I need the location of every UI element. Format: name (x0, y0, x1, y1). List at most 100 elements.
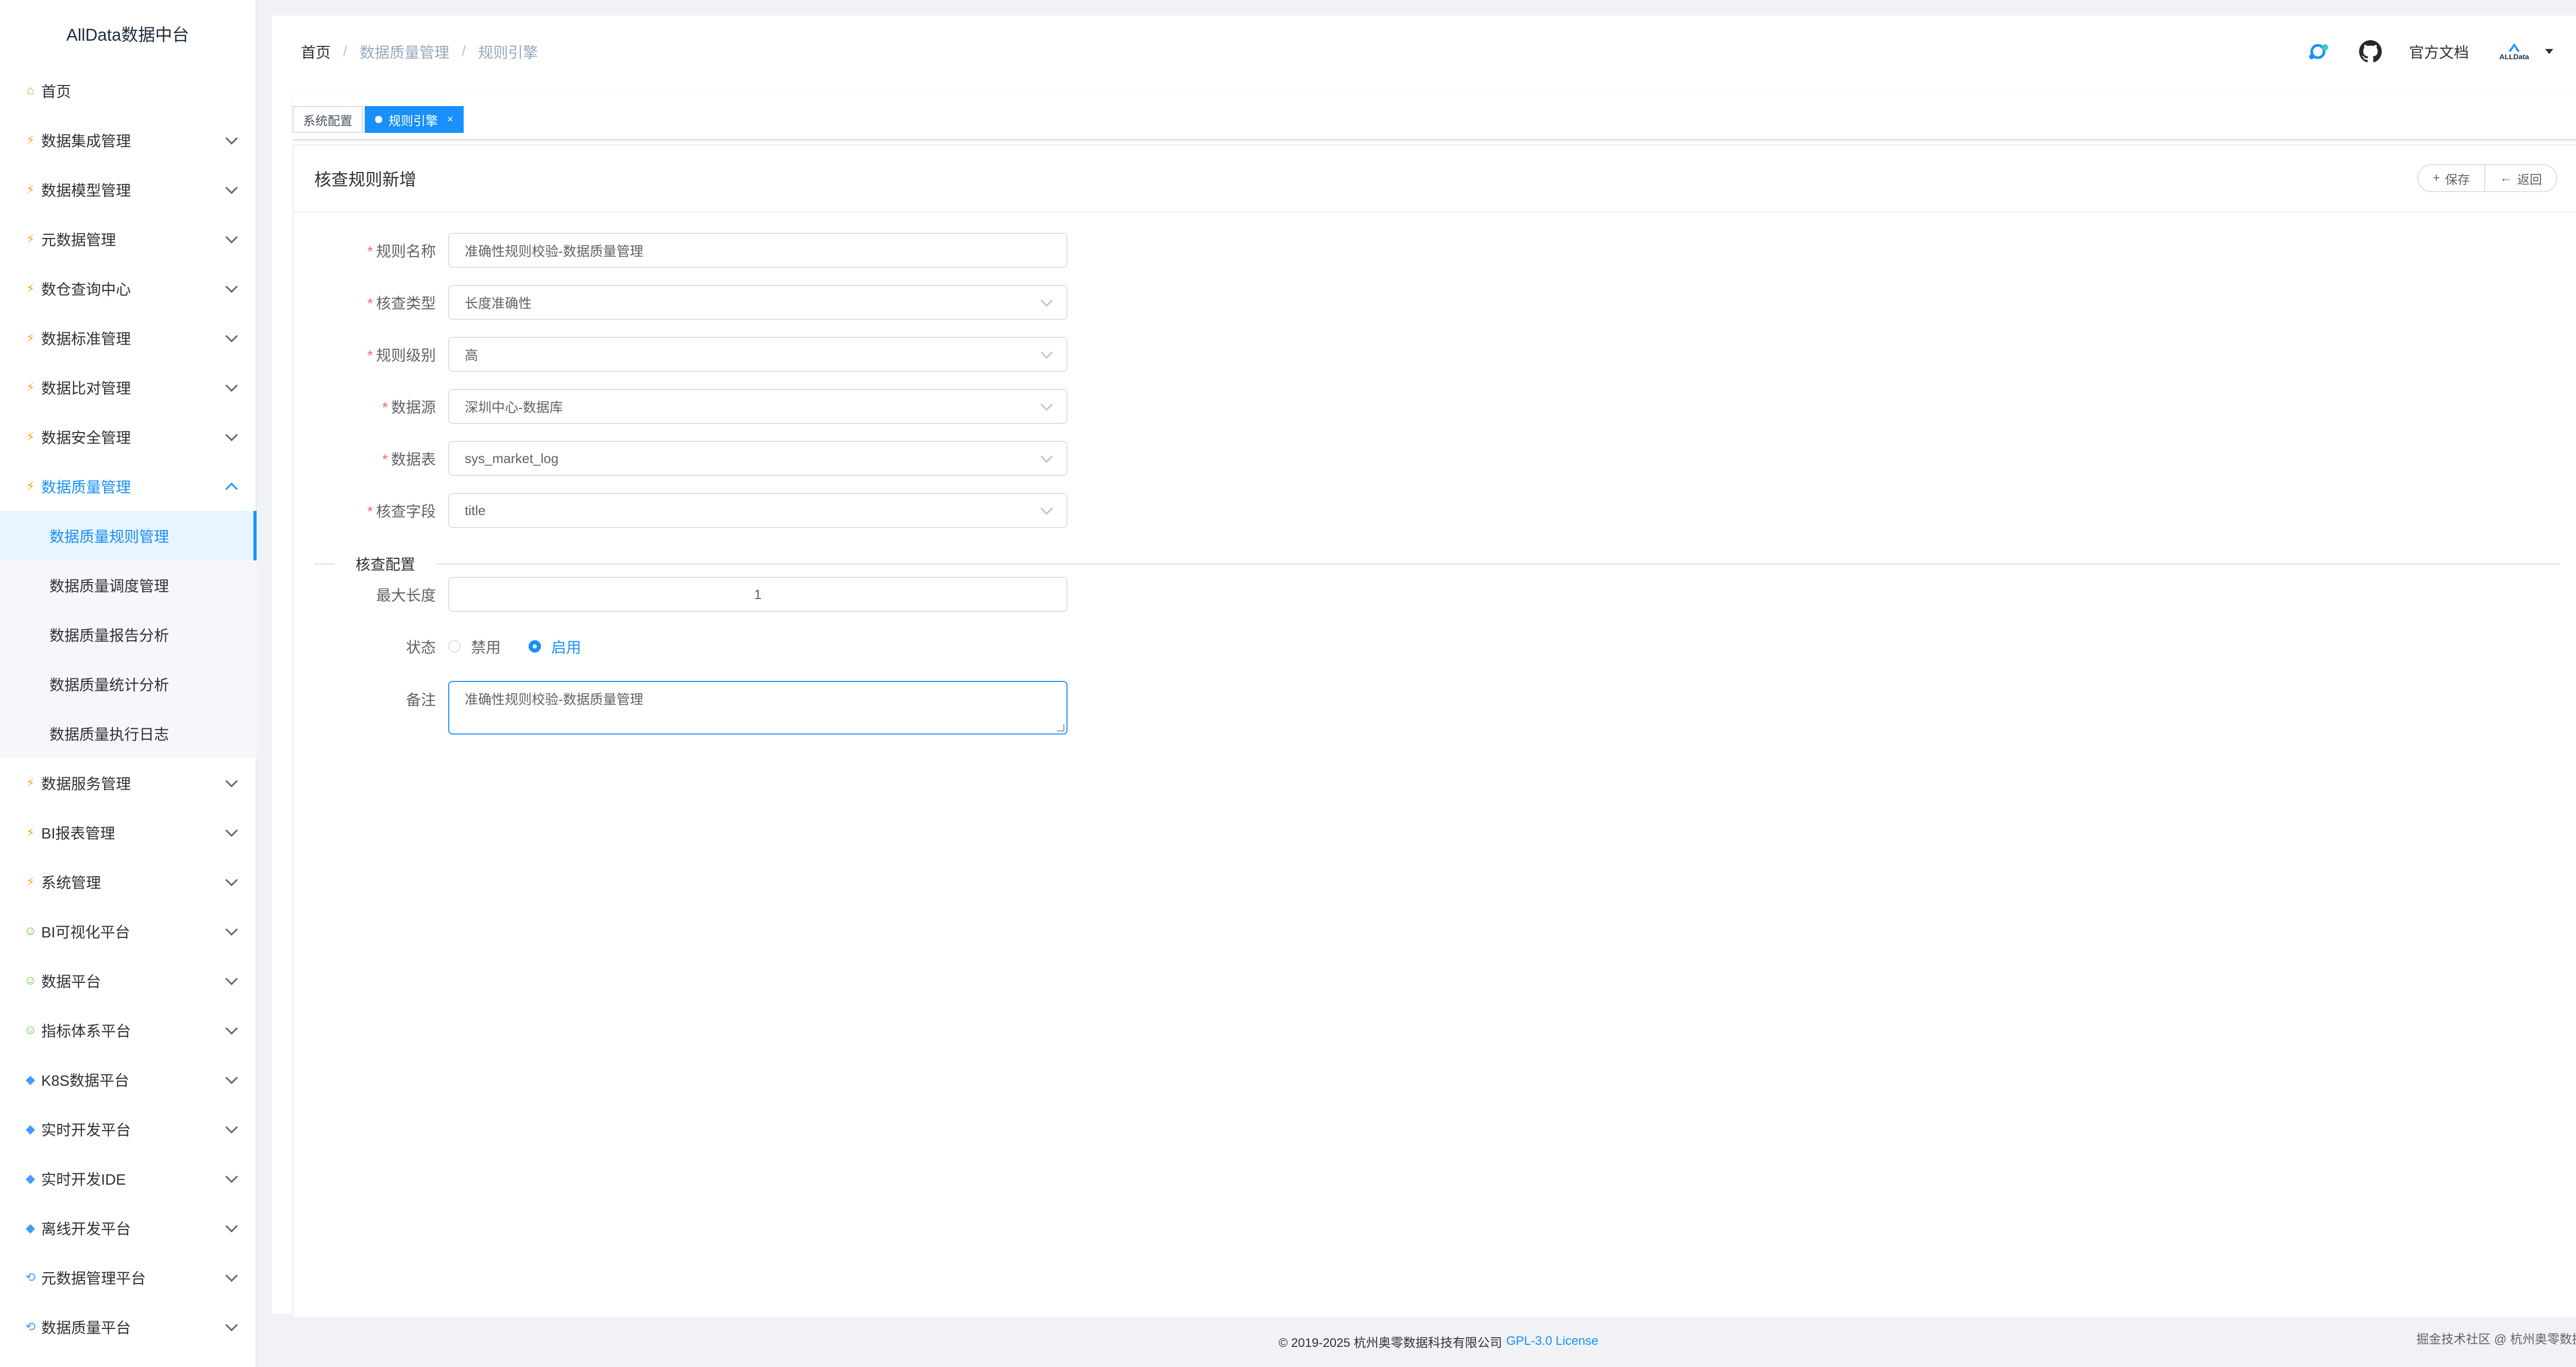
status-radio-disabled[interactable]: 禁用 (448, 636, 501, 657)
person-icon: ☺ (24, 1023, 37, 1037)
sidebar-item-quality-platform[interactable]: ⟲ 数据质量平台 (0, 1302, 257, 1352)
sidebar-item-label: 数据服务管理 (41, 776, 131, 793)
form-label: 备注 (294, 681, 448, 710)
table-select[interactable]: sys_market_log (448, 441, 1067, 476)
rule-name-input[interactable]: 准确性规则校验-数据质量管理 (448, 233, 1067, 268)
radio-label: 启用 (551, 640, 582, 656)
sidebar-item-label: BI可视化平台 (41, 925, 130, 941)
sidebar-item-data-standard[interactable]: ⚡ 数据标准管理 (0, 313, 257, 363)
chevron-up-icon (225, 483, 238, 495)
bolt-icon: ⚡ (26, 479, 35, 493)
rule-name-value: 准确性规则校验-数据质量管理 (465, 243, 643, 259)
chevron-down-icon (225, 824, 238, 837)
footer: © 2019-2025 杭州奥零数据科技有限公司 GPL-3.0 License (272, 1317, 2576, 1366)
sidebar-item-home[interactable]: ⌂ 首页 (0, 66, 257, 115)
sidebar-item-system[interactable]: ⚡ 系统管理 (0, 857, 257, 907)
sidebar-item-label: 数据安全管理 (41, 430, 131, 447)
sidebar-item-bi-report[interactable]: ⚡ BI报表管理 (0, 808, 257, 857)
chevron-down-icon (225, 280, 238, 293)
sidebar-subitem-quality-report[interactable]: 数据质量报告分析 (0, 610, 257, 659)
breadcrumb-home[interactable]: 首页 (301, 41, 331, 62)
active-dot-icon (375, 116, 382, 123)
sidebar-item-data-service[interactable]: ⚡ 数据服务管理 (0, 758, 257, 808)
datasource-value: 深圳中心-数据库 (465, 399, 563, 415)
datasource-label: 数据源 (391, 400, 436, 416)
sidebar-subitem-quality-rules[interactable]: 数据质量规则管理 (0, 511, 257, 560)
chevron-down-icon (225, 231, 238, 244)
form-label: * 数据源 (294, 396, 448, 417)
sidebar-item-offline-platform[interactable]: ◆ 离线开发平台 (0, 1203, 257, 1253)
sidebar-item-metadata[interactable]: ⚡ 元数据管理 (0, 214, 257, 264)
chevron-down-icon (1040, 294, 1053, 307)
sidebar-item-data-platform[interactable]: ☺ 数据平台 (0, 956, 257, 1005)
tag-system-config[interactable]: 系统配置 (293, 106, 363, 133)
form-label: * 核查类型 (294, 292, 448, 313)
alldata-logo-icon (2509, 43, 2520, 52)
docs-link[interactable]: 官方文档 (2409, 41, 2469, 62)
save-button[interactable]: + 保存 (2417, 164, 2485, 192)
max-length-input[interactable]: 1 (448, 577, 1067, 612)
main-panel: 首页 / 数据质量管理 / 规则引擎 官方文档 ALLData 系统配置 规则引… (272, 15, 2576, 1319)
sidebar-item-data-compare[interactable]: ⚡ 数据比对管理 (0, 363, 257, 412)
sidebar-item-label: 首页 (41, 84, 72, 100)
remark-textarea[interactable]: 准确性规则校验-数据质量管理 (448, 681, 1067, 734)
chevron-down-icon (225, 1170, 238, 1183)
form-row-rule-level: * 规则级别 高 (294, 337, 1067, 372)
close-icon[interactable]: × (447, 114, 453, 126)
resize-handle-icon[interactable] (1057, 724, 1064, 731)
sidebar-subitem-quality-schedule[interactable]: 数据质量调度管理 (0, 560, 257, 610)
sidebar-item-data-security[interactable]: ⚡ 数据安全管理 (0, 412, 257, 462)
bolt-icon: ⚡ (26, 133, 35, 147)
sidebar-item-data-integration[interactable]: ⚡ 数据集成管理 (0, 115, 257, 165)
sidebar-subitem-quality-statistics[interactable]: 数据质量统计分析 (0, 659, 257, 709)
rule-level-select[interactable]: 高 (448, 337, 1067, 372)
chevron-down-icon (225, 972, 238, 985)
sidebar-item-metrics-platform[interactable]: ☺ 指标体系平台 (0, 1005, 257, 1055)
sidebar-subitem-label: 数据质量报告分析 (49, 628, 170, 644)
form-row-status: 状态 禁用 启用 (294, 629, 581, 664)
sidebar-subitem-label: 数据质量调度管理 (49, 578, 170, 595)
page-title: 核查规则新增 (314, 170, 416, 189)
datasource-select[interactable]: 深圳中心-数据库 (448, 389, 1067, 424)
person-icon: ☺ (24, 924, 37, 938)
gem-icon: ◆ (25, 1171, 36, 1186)
chevron-down-icon (1040, 502, 1053, 515)
status-radio-enabled[interactable]: 启用 (529, 636, 581, 657)
sidebar-item-label: 离线开发平台 (41, 1221, 131, 1238)
table-value: sys_market_log (465, 450, 559, 466)
form-label: 状态 (294, 636, 448, 657)
sidebar-subitem-quality-logs[interactable]: 数据质量执行日志 (0, 709, 257, 758)
bolt-icon: ⚡ (26, 380, 35, 395)
bolt-icon: ⚡ (26, 281, 35, 296)
sidebar-item-label: 数据比对管理 (41, 381, 131, 397)
sidebar-item-realtime-platform[interactable]: ◆ 实时开发平台 (0, 1104, 257, 1154)
tag-rule-engine[interactable]: 规则引擎 × (365, 106, 464, 133)
column-select[interactable]: title (448, 493, 1067, 528)
license-link[interactable]: GPL-3.0 License (1506, 1334, 1599, 1348)
check-type-select[interactable]: 长度准确性 (448, 285, 1067, 320)
back-button[interactable]: ← 返回 (2485, 164, 2557, 192)
form-row-check-type: * 核查类型 长度准确性 (294, 285, 1067, 320)
radio-circle-checked-icon (529, 640, 541, 653)
rule-name-label: 规则名称 (376, 244, 436, 260)
sidebar-item-realtime-ide[interactable]: ◆ 实时开发IDE (0, 1154, 257, 1203)
user-avatar-dropdown[interactable]: ALLData (2495, 39, 2553, 64)
bolt-icon: ⚡ (26, 182, 35, 197)
sidebar-item-metadata-platform[interactable]: ⟲ 元数据管理平台 (0, 1253, 257, 1302)
gem-icon: ◆ (25, 1221, 36, 1235)
sidebar-item-data-quality[interactable]: ⚡ 数据质量管理 (0, 462, 257, 511)
sidebar-item-warehouse-query[interactable]: ⚡ 数仓查询中心 (0, 264, 257, 313)
bolt-icon: ⚡ (26, 825, 35, 840)
github-icon[interactable] (2358, 39, 2383, 64)
sidebar-item-data-model[interactable]: ⚡ 数据模型管理 (0, 165, 257, 214)
data-link-icon[interactable] (2306, 39, 2332, 64)
rule-form-card: 核查规则新增 + 保存 ← 返回 * 规则名称 准确性规则校验-数据质量管理 *… (293, 144, 2576, 1319)
chevron-down-icon (225, 1319, 238, 1331)
chevron-down-icon (225, 923, 238, 936)
breadcrumb-current: 规则引擎 (478, 45, 538, 61)
sidebar-item-k8s-platform[interactable]: ◆ K8S数据平台 (0, 1055, 257, 1104)
person-icon: ☺ (24, 973, 37, 987)
sidebar-item-bi-visual[interactable]: ☺ BI可视化平台 (0, 907, 257, 956)
chevron-down-icon (1040, 398, 1053, 411)
card-header: 核查规则新增 + 保存 ← 返回 (294, 145, 2576, 212)
